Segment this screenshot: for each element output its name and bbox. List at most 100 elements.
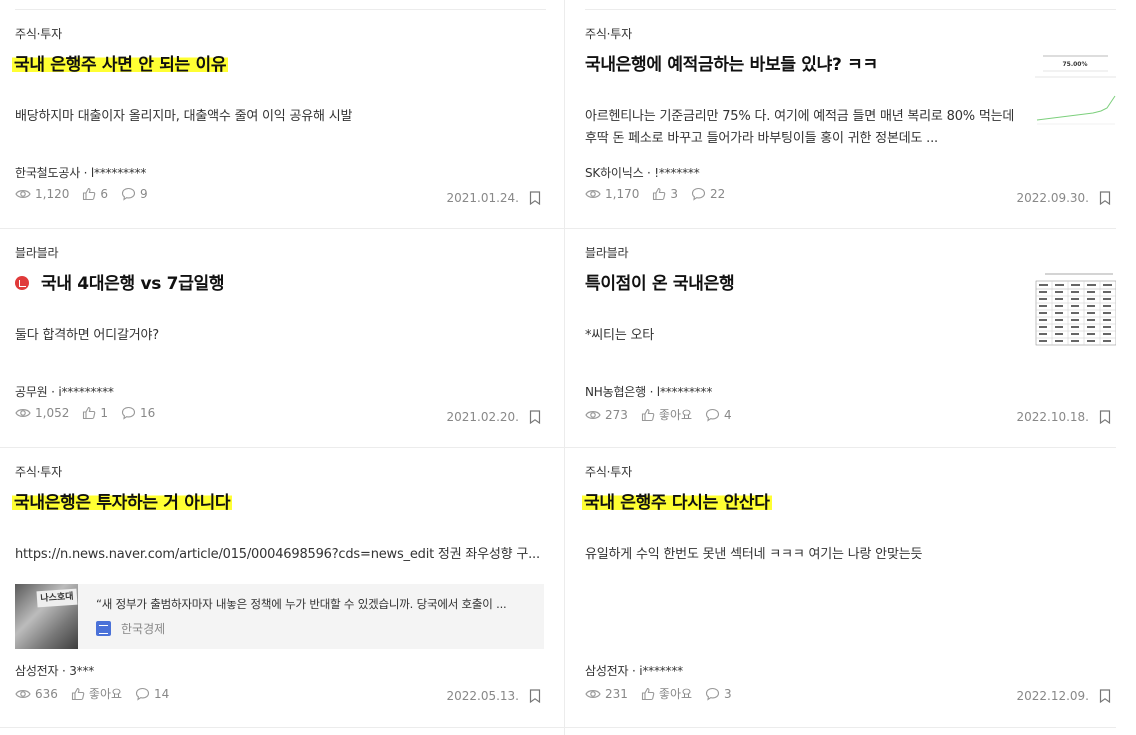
like-button[interactable]: 좋아요 xyxy=(641,406,692,423)
post-date: 2022.12.09. xyxy=(1016,689,1089,703)
view-count-value: 231 xyxy=(605,686,628,701)
like-count: 6 xyxy=(100,187,108,201)
comment-count-value: 14 xyxy=(154,686,170,701)
post-author[interactable]: 삼성전자 · i******* xyxy=(585,662,683,679)
link-preview-source: 한국경제 xyxy=(96,620,165,637)
post-title[interactable]: 국내 은행주 다시는 안산다 xyxy=(582,488,772,513)
bookmark-icon[interactable] xyxy=(529,410,541,424)
comment-count[interactable]: 16 xyxy=(121,406,155,420)
divider xyxy=(0,727,1116,728)
view-count-value: 273 xyxy=(605,407,628,422)
post-date: 2022.05.13. xyxy=(446,689,519,703)
view-count: 231 xyxy=(585,687,628,701)
post-card[interactable]: 주식·투자 국내은행에 예적금하는 바보들 있냐? ㅋㅋ 아르헨티나는 기준금리… xyxy=(585,10,1116,229)
post-card[interactable]: 주식·투자 국내은행은 투자하는 거 아니다 https://n.news.na… xyxy=(12,448,546,703)
post-title[interactable]: 국내 은행주 사면 안 되는 이유 xyxy=(12,50,229,75)
post-author[interactable]: 삼성전자 · 3*** xyxy=(15,662,94,679)
bookmark-icon[interactable] xyxy=(1099,689,1111,703)
post-author[interactable]: SK하이닉스 · !******* xyxy=(585,164,700,181)
link-preview-image: 나스호대 xyxy=(15,584,78,649)
link-preview-title[interactable]: “새 정부가 출범하자마자 내놓은 정책에 누가 반대할 수 있겠습니까. 당국… xyxy=(96,596,536,612)
thumbs-up-icon xyxy=(83,406,96,420)
comment-count-value: 9 xyxy=(140,187,148,201)
post-category[interactable]: 주식·투자 xyxy=(15,463,62,480)
post-card[interactable]: 블라블라 특이점이 온 국내은행 *씨티는 오타 NH농협은행 · l*****… xyxy=(585,229,1116,448)
like-button[interactable]: 좋아요 xyxy=(71,685,122,702)
bookmark-icon[interactable] xyxy=(1099,410,1111,424)
bookmark-icon[interactable] xyxy=(1099,191,1111,205)
column-divider xyxy=(564,0,565,735)
post-title[interactable]: 국내 4대은행 vs 7급일행 xyxy=(41,274,225,294)
comment-count[interactable]: 14 xyxy=(135,687,169,701)
like-count: 3 xyxy=(670,187,678,201)
post-category[interactable]: 블라블라 xyxy=(585,244,629,261)
comment-count[interactable]: 9 xyxy=(121,187,148,201)
view-count-value: 636 xyxy=(35,686,58,701)
post-card[interactable]: 주식·투자 국내 은행주 다시는 안산다 유일하게 수익 한번도 못낸 섹터네 … xyxy=(582,448,1116,703)
like-button[interactable]: 좋아요 xyxy=(641,685,692,702)
post-thumbnail[interactable]: 75.00% xyxy=(1035,50,1116,131)
post-author[interactable]: 한국철도공사 · l********* xyxy=(15,164,146,181)
post-card[interactable]: 블라블라 국내 4대은행 vs 7급일행 둘다 합격하면 어디갈거야? 공무원 … xyxy=(15,229,546,448)
post-excerpt[interactable]: 아르헨티나는 기준금리만 75% 다. 여기에 예적금 들면 매년 복리로 80… xyxy=(585,106,1015,150)
comment-icon xyxy=(705,687,720,701)
post-category[interactable]: 주식·투자 xyxy=(15,25,62,42)
post-author[interactable]: NH농협은행 · l********* xyxy=(585,383,712,400)
post-stats: 636 좋아요 14 xyxy=(15,685,182,702)
comment-count[interactable]: 4 xyxy=(705,408,732,422)
post-excerpt[interactable]: 배당하지마 대출이자 올리지마, 대출액수 줄여 이익 공유해 시발 xyxy=(15,106,445,128)
comment-count[interactable]: 22 xyxy=(691,187,725,201)
comment-count-value: 3 xyxy=(724,686,732,701)
post-grid: 주식·투자 국내 은행주 사면 안 되는 이유 배당하지마 대출이자 올리지마,… xyxy=(0,0,1136,735)
view-count: 1,120 xyxy=(15,187,69,201)
post-date: 2022.10.18. xyxy=(1016,410,1089,424)
post-stats: 273 좋아요 4 xyxy=(585,406,745,423)
post-date: 2022.09.30. xyxy=(1016,191,1089,205)
comment-icon xyxy=(121,406,136,420)
post-stats: 1,052 1 16 xyxy=(15,406,168,420)
view-count: 273 xyxy=(585,408,628,422)
like-button[interactable]: 3 xyxy=(652,187,678,201)
like-button[interactable]: 6 xyxy=(82,187,108,201)
like-label: 좋아요 xyxy=(88,687,123,701)
thumbs-up-icon xyxy=(653,187,666,201)
post-date: 2021.02.20. xyxy=(446,410,519,424)
comment-count-value: 16 xyxy=(140,406,156,420)
post-thumbnail[interactable] xyxy=(1035,269,1116,350)
comment-count-value: 22 xyxy=(710,187,726,201)
post-category[interactable]: 블라블라 xyxy=(15,244,59,261)
thumbnail-rate-value: 75.00% xyxy=(1063,61,1088,68)
post-title[interactable]: 국내은행에 예적금하는 바보들 있냐? ㅋㅋ xyxy=(585,50,878,75)
like-button[interactable]: 1 xyxy=(82,406,108,420)
thumbs-up-icon xyxy=(71,687,85,700)
comment-count[interactable]: 3 xyxy=(705,687,732,701)
post-date: 2021.01.24. xyxy=(446,191,519,205)
view-count: 1,170 xyxy=(585,187,639,201)
post-stats: 231 좋아요 3 xyxy=(585,685,745,702)
like-label: 좋아요 xyxy=(658,408,693,422)
comment-icon xyxy=(135,687,150,701)
post-author[interactable]: 공무원 · i********* xyxy=(15,383,114,400)
table-thumbnail xyxy=(1035,269,1116,350)
post-excerpt[interactable]: *씨티는 오타 xyxy=(585,325,1015,347)
post-title[interactable]: 특이점이 온 국내은행 xyxy=(585,269,735,294)
eye-icon xyxy=(15,689,31,698)
bookmark-icon[interactable] xyxy=(529,689,541,703)
eye-icon xyxy=(585,190,601,198)
post-excerpt[interactable]: 유일하게 수익 한번도 못낸 섹터네 ㅋㅋㅋ 여기는 나랑 안맞는듯 xyxy=(585,544,1015,566)
post-excerpt[interactable]: 둘다 합격하면 어디갈거야? xyxy=(15,325,445,347)
comment-icon xyxy=(705,408,720,422)
bookmark-icon[interactable] xyxy=(529,191,541,205)
post-title[interactable]: 국내은행은 투자하는 거 아니다 xyxy=(12,488,233,513)
post-category[interactable]: 주식·투자 xyxy=(585,463,632,480)
link-preview-card[interactable]: 나스호대 “새 정부가 출범하자마자 내놓은 정책에 누가 반대할 수 있겠습니… xyxy=(15,584,544,649)
post-category[interactable]: 주식·투자 xyxy=(585,25,632,42)
eye-icon xyxy=(585,689,601,698)
thumbs-up-icon xyxy=(83,187,96,201)
post-card[interactable]: 주식·투자 국내 은행주 사면 안 되는 이유 배당하지마 대출이자 올리지마,… xyxy=(12,10,546,229)
thumbs-up-icon xyxy=(641,408,655,421)
post-excerpt[interactable]: https://n.news.naver.com/article/015/000… xyxy=(15,544,546,566)
rate-chart-thumbnail: 75.00% xyxy=(1035,50,1116,131)
post-title-row[interactable]: 국내 4대은행 vs 7급일행 xyxy=(15,269,225,294)
link-preview-sign: 나스호대 xyxy=(36,588,78,608)
